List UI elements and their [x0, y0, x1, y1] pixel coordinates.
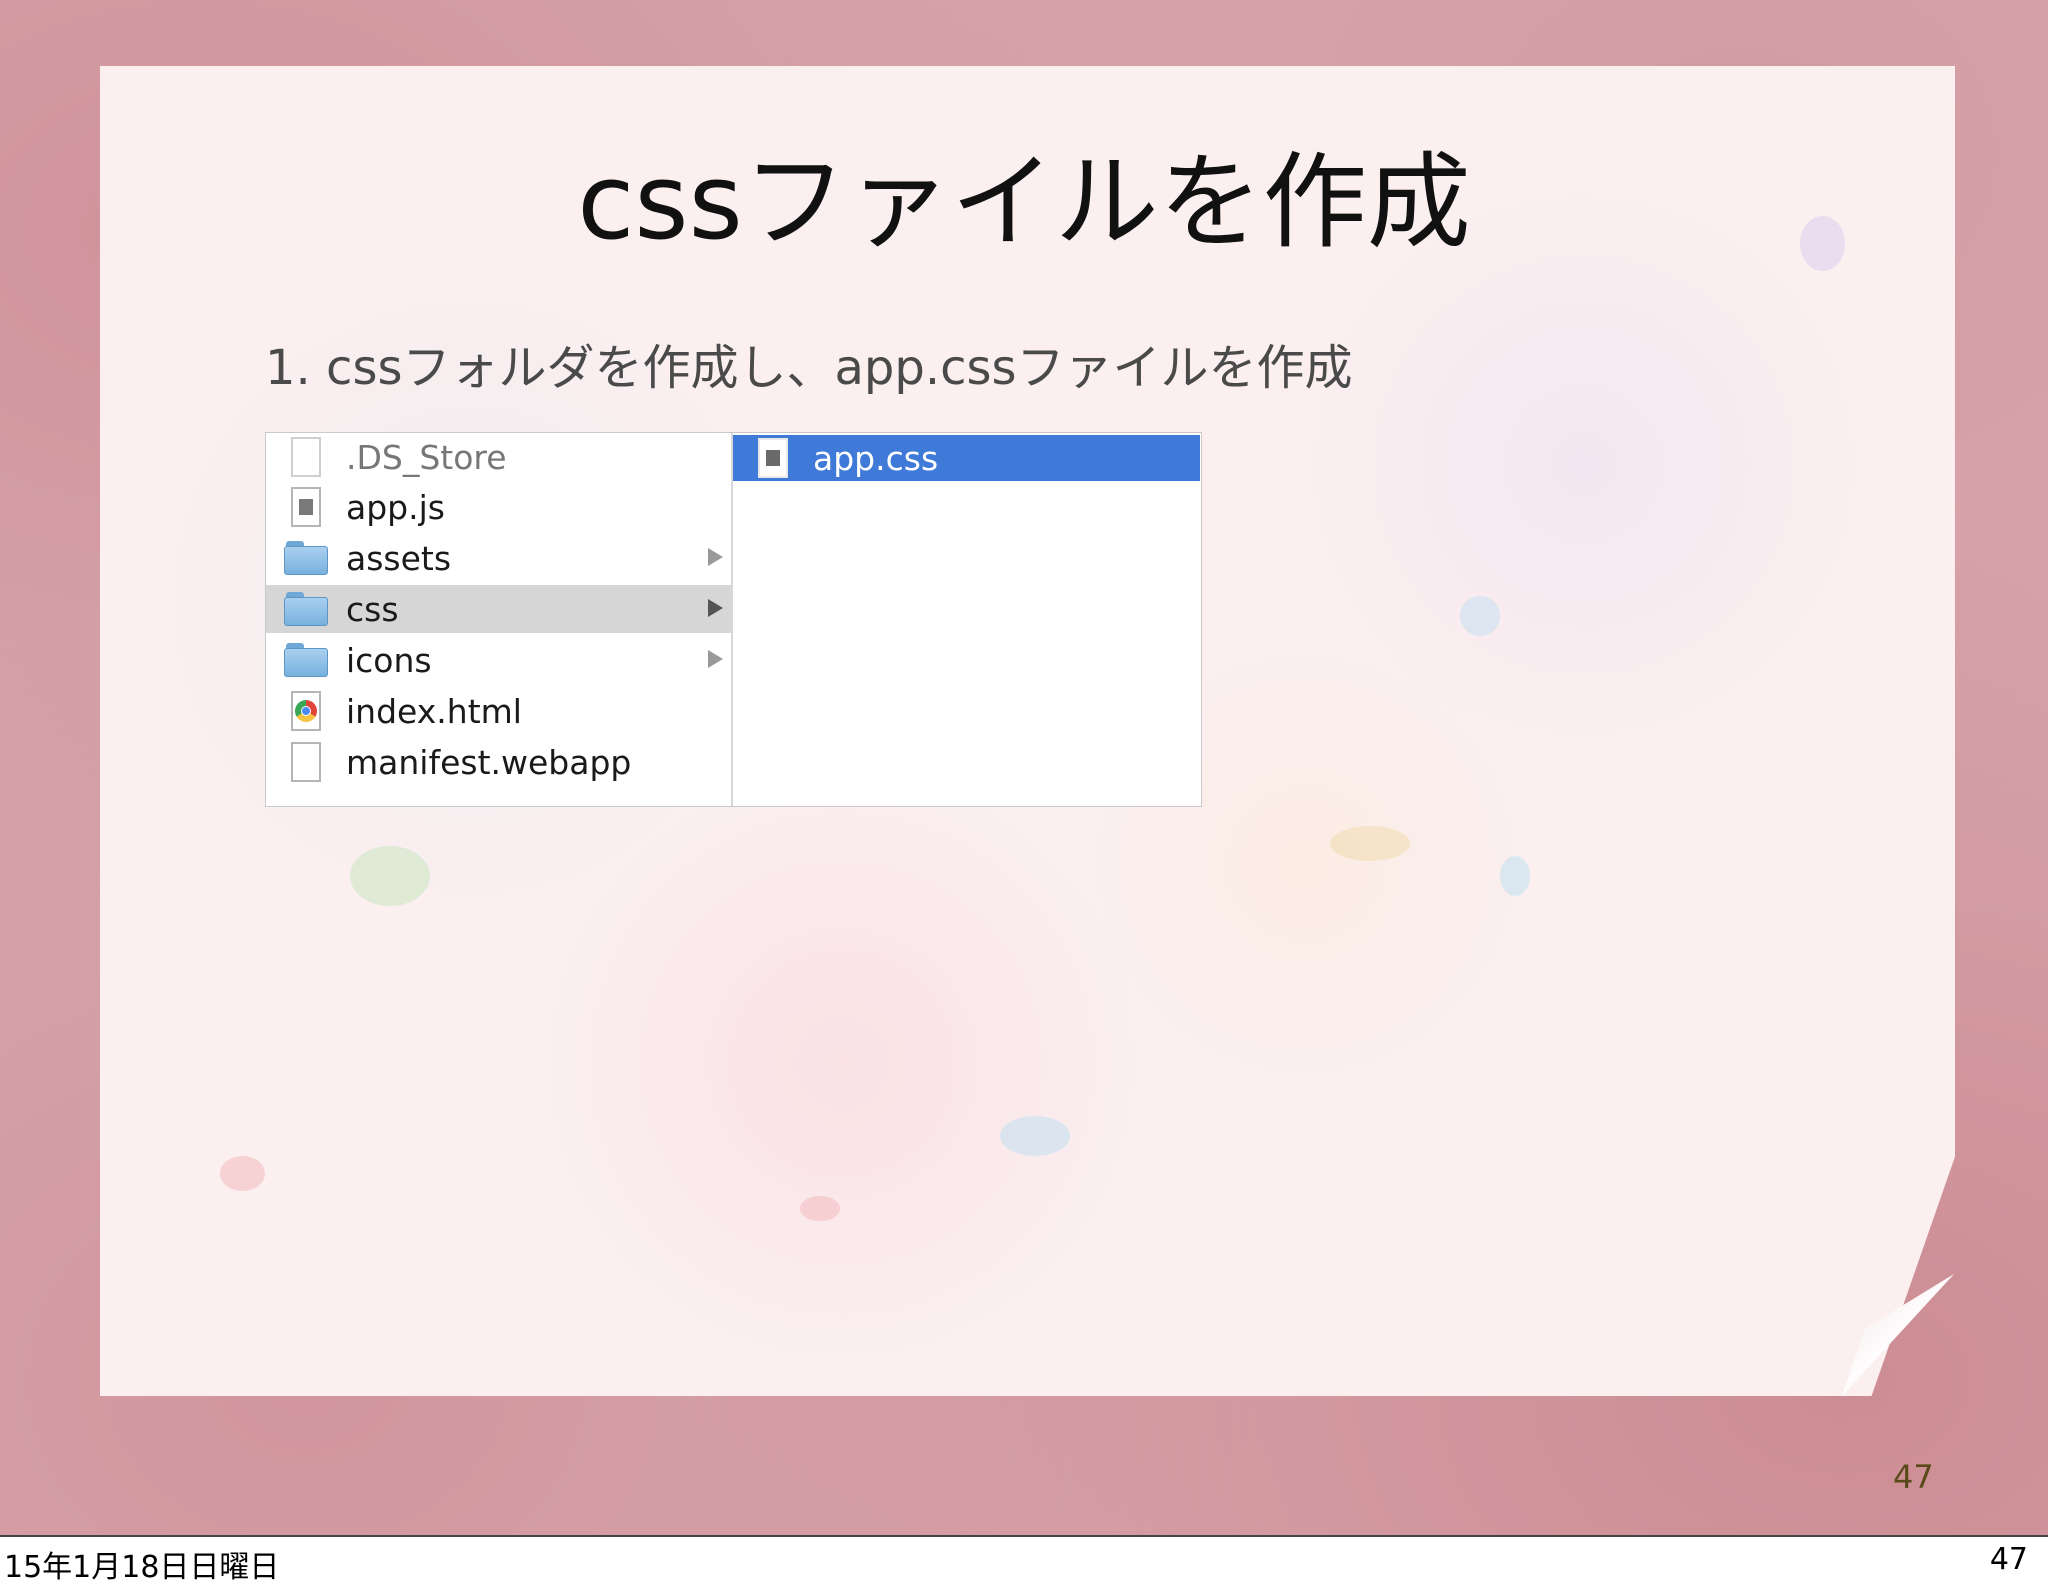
finder-item-label: manifest.webapp — [346, 742, 632, 782]
css-document-icon — [751, 438, 795, 478]
finder-item-app-css[interactable]: app.css — [733, 435, 1200, 481]
finder-item-css[interactable]: css — [266, 585, 731, 633]
paint-splash — [220, 1156, 265, 1191]
finder-column-1: .DS_Store app.js assets css icons index.… — [266, 433, 733, 806]
finder-item-label: icons — [346, 640, 432, 680]
finder-column-view: .DS_Store app.js assets css icons index.… — [265, 432, 1202, 807]
finder-item-ds-store[interactable]: .DS_Store — [266, 433, 731, 481]
slide: cssファイルを作成 1. cssフォルダを作成し、app.cssファイルを作成… — [0, 0, 2048, 1537]
finder-item-index-html[interactable]: index.html — [266, 687, 731, 735]
finder-column-2: app.css — [733, 433, 1201, 806]
stage: cssファイルを作成 1. cssフォルダを作成し、app.cssファイルを作成… — [0, 0, 2048, 1593]
disclosure-arrow-icon — [708, 650, 723, 668]
footer-date: 15年1月18日日曜日 — [4, 1550, 280, 1585]
finder-item-app-js[interactable]: app.js — [266, 483, 731, 531]
blank-document-icon — [284, 742, 328, 782]
finder-item-label: index.html — [346, 691, 522, 731]
finder-item-assets[interactable]: assets — [266, 534, 731, 582]
script-document-icon — [284, 487, 328, 527]
bullet-item: 1. cssフォルダを作成し、app.cssファイルを作成 — [265, 340, 1353, 396]
paint-splash — [800, 1196, 840, 1221]
folder-icon — [284, 538, 328, 578]
folder-icon — [284, 640, 328, 680]
slide-title: cssファイルを作成 — [577, 141, 1471, 263]
finder-item-label: app.js — [346, 487, 445, 527]
disclosure-arrow-icon — [708, 548, 723, 566]
finder-item-label: assets — [346, 538, 452, 578]
blank-document-icon — [284, 437, 328, 477]
finder-item-manifest-webapp[interactable]: manifest.webapp — [266, 738, 731, 786]
finder-item-label: css — [346, 589, 399, 629]
folder-icon — [284, 589, 328, 629]
finder-item-label: .DS_Store — [346, 437, 507, 477]
disclosure-arrow-icon — [708, 599, 723, 617]
paint-splash — [1500, 856, 1530, 896]
footer-page-number: 47 — [1989, 1542, 2028, 1577]
finder-item-label: app.css — [813, 438, 939, 478]
paint-splash — [1000, 1116, 1070, 1156]
slide-number: 47 — [1893, 1458, 1934, 1496]
chrome-document-icon — [284, 691, 328, 731]
paint-splash — [1460, 596, 1500, 636]
paint-splash — [350, 846, 430, 906]
finder-item-icons[interactable]: icons — [266, 636, 731, 684]
paint-splash — [1330, 826, 1410, 861]
